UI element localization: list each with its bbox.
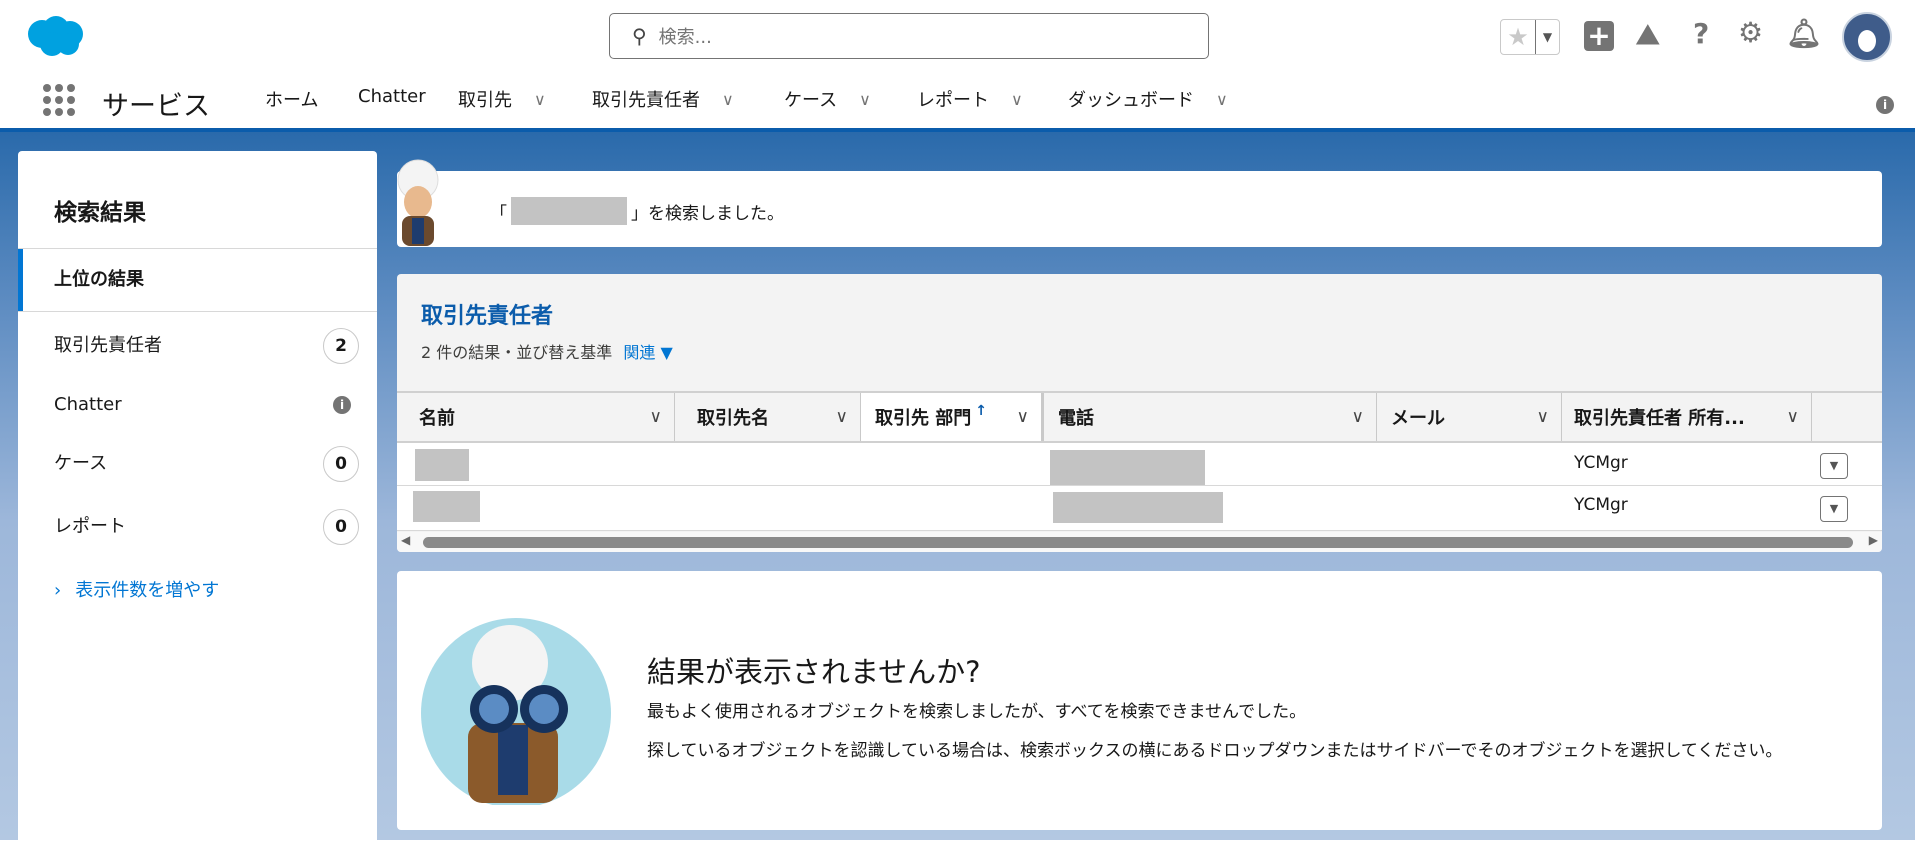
scroll-left-icon[interactable]: ◀	[401, 533, 410, 547]
nav-item-dashboards[interactable]: ダッシュボード ∨	[1068, 86, 1228, 112]
search-results-sidebar: 検索結果 上位の結果 取引先責任者 2 Chatter i ケース 0 レポート 0 ›…	[18, 151, 377, 851]
chevron-down-icon[interactable]: ▼	[1535, 20, 1559, 54]
salesforce-logo[interactable]	[24, 14, 86, 58]
einstein-binoculars-illustration	[420, 613, 612, 808]
bell-icon[interactable]: 🔔︎	[1786, 17, 1822, 50]
row-actions-button[interactable]: ▼	[1820, 496, 1848, 522]
redacted-name[interactable]	[413, 491, 480, 522]
avatar[interactable]	[1842, 12, 1892, 62]
info-icon: i	[333, 396, 351, 414]
info-icon[interactable]: i	[1876, 96, 1894, 114]
column-header-phone[interactable]: 電話 ∨	[1044, 393, 1377, 441]
global-header: ⚲ 検索... ★ ▼ + ⛰ ? ⚙ 🔔︎ サービス ホーム Chatter …	[0, 0, 1915, 129]
nav-item-chatter[interactable]: Chatter	[358, 86, 426, 107]
favorites-button[interactable]: ★ ▼	[1500, 19, 1560, 55]
column-header-email[interactable]: メール ∨	[1377, 393, 1562, 441]
chevron-right-icon: ›	[54, 580, 62, 601]
nav-item-cases[interactable]: ケース ∨	[784, 86, 871, 112]
einstein-avatar-icon	[388, 158, 448, 250]
chevron-down-icon[interactable]: ∨	[1352, 407, 1364, 427]
column-header-account-name[interactable]: 取引先名 ∨	[675, 393, 861, 441]
trailhead-icon[interactable]: ⛰	[1636, 18, 1660, 52]
table-row: YCMgr ▼	[397, 486, 1882, 531]
star-icon: ★	[1507, 23, 1529, 51]
chevron-down-icon[interactable]: ∨	[836, 407, 848, 427]
owner-cell[interactable]: YCMgr	[1574, 495, 1628, 515]
global-search-input[interactable]: ⚲ 検索...	[609, 13, 1209, 59]
redacted-phone	[1053, 492, 1223, 523]
app-name: サービス	[102, 91, 210, 122]
results-summary: 2 件の結果・並び替え基準 関連 ▼	[421, 343, 673, 362]
chevron-down-icon[interactable]: ∨	[1787, 407, 1799, 427]
caret-down-icon: ▼	[660, 343, 673, 362]
sidebar-item-chatter[interactable]: Chatter i	[18, 385, 377, 425]
sidebar-item-cases[interactable]: ケース 0	[18, 444, 377, 484]
count-badge: 0	[323, 509, 359, 545]
owner-cell[interactable]: YCMgr	[1574, 453, 1628, 473]
column-header-actions	[1812, 393, 1882, 441]
count-badge: 0	[323, 446, 359, 482]
help-icon[interactable]: ?	[1693, 17, 1709, 50]
divider	[18, 311, 377, 312]
no-results-help-card: 結果が表示されませんか? 最もよく使用されるオブジェクトを検索しましたが、すべて…	[397, 571, 1882, 830]
chevron-down-icon[interactable]: ∨	[1537, 407, 1549, 427]
count-badge: 2	[323, 328, 359, 364]
sort-ascending-icon: ↑	[975, 403, 988, 419]
no-results-title: 結果が表示されませんか?	[647, 655, 981, 689]
row-actions-button[interactable]: ▼	[1820, 453, 1848, 479]
sort-dropdown[interactable]: 関連 ▼	[623, 343, 672, 362]
add-button[interactable]: +	[1584, 21, 1614, 51]
gear-icon[interactable]: ⚙	[1738, 16, 1763, 49]
results-title[interactable]: 取引先責任者	[421, 298, 553, 330]
sidebar-item-top-results[interactable]: 上位の結果	[18, 249, 377, 311]
column-header-name[interactable]: 名前 ∨	[397, 393, 675, 441]
results-table: 名前 ∨ 取引先名 ∨ 取引先 部門 ↑ ∨ 電話 ∨ メール ∨ 取引先責任者 所有...…	[397, 391, 1882, 552]
sidebar-item-reports[interactable]: レポート 0	[18, 507, 377, 547]
horizontal-scrollbar[interactable]: ◀ ▶	[397, 532, 1882, 552]
sidebar-title: 検索結果	[54, 200, 146, 226]
scroll-right-icon[interactable]: ▶	[1869, 533, 1878, 547]
show-more-link[interactable]: › 表示件数を増やす	[18, 571, 377, 611]
chevron-down-icon[interactable]: ∨	[534, 90, 546, 109]
search-icon: ⚲	[632, 24, 647, 48]
chevron-down-icon[interactable]: ∨	[1011, 90, 1023, 109]
chevron-down-icon[interactable]: ∨	[859, 90, 871, 109]
chevron-down-icon[interactable]: ∨	[1017, 407, 1029, 427]
chevron-down-icon[interactable]: ∨	[722, 90, 734, 109]
chevron-down-icon[interactable]: ∨	[650, 407, 662, 427]
redacted-search-term	[511, 197, 627, 225]
redacted-phone	[1050, 450, 1205, 485]
sidebar-item-contacts[interactable]: 取引先責任者 2	[18, 326, 377, 366]
app-launcher-icon[interactable]	[43, 84, 75, 116]
nav-item-accounts[interactable]: 取引先 ∨	[458, 86, 546, 112]
no-results-line2: 探しているオブジェクトを認識している場合は、検索ボックスの横にあるドロップダウン…	[647, 741, 1783, 761]
redacted-name[interactable]	[415, 449, 469, 481]
column-header-owner[interactable]: 取引先責任者 所有... ∨	[1562, 393, 1812, 441]
no-results-line1: 最もよく使用されるオブジェクトを検索しましたが、すべてを検索できませんでした。	[647, 702, 1307, 722]
nav-item-home[interactable]: ホーム	[265, 86, 318, 112]
search-banner: 「 」を検索しました。	[397, 171, 1882, 247]
nav-item-reports[interactable]: レポート ∨	[917, 86, 1023, 112]
table-row: YCMgr ▼	[397, 441, 1882, 486]
contacts-results-card: 取引先責任者 2 件の結果・並び替え基準 関連 ▼ 名前 ∨ 取引先名 ∨ 取引先 …	[397, 274, 1882, 552]
nav-item-contacts[interactable]: 取引先責任者 ∨	[592, 86, 734, 112]
column-header-department[interactable]: 取引先 部門 ↑ ∨	[861, 393, 1044, 441]
search-banner-text: 「 」を検索しました。	[490, 197, 784, 225]
chevron-down-icon[interactable]: ∨	[1216, 90, 1228, 109]
